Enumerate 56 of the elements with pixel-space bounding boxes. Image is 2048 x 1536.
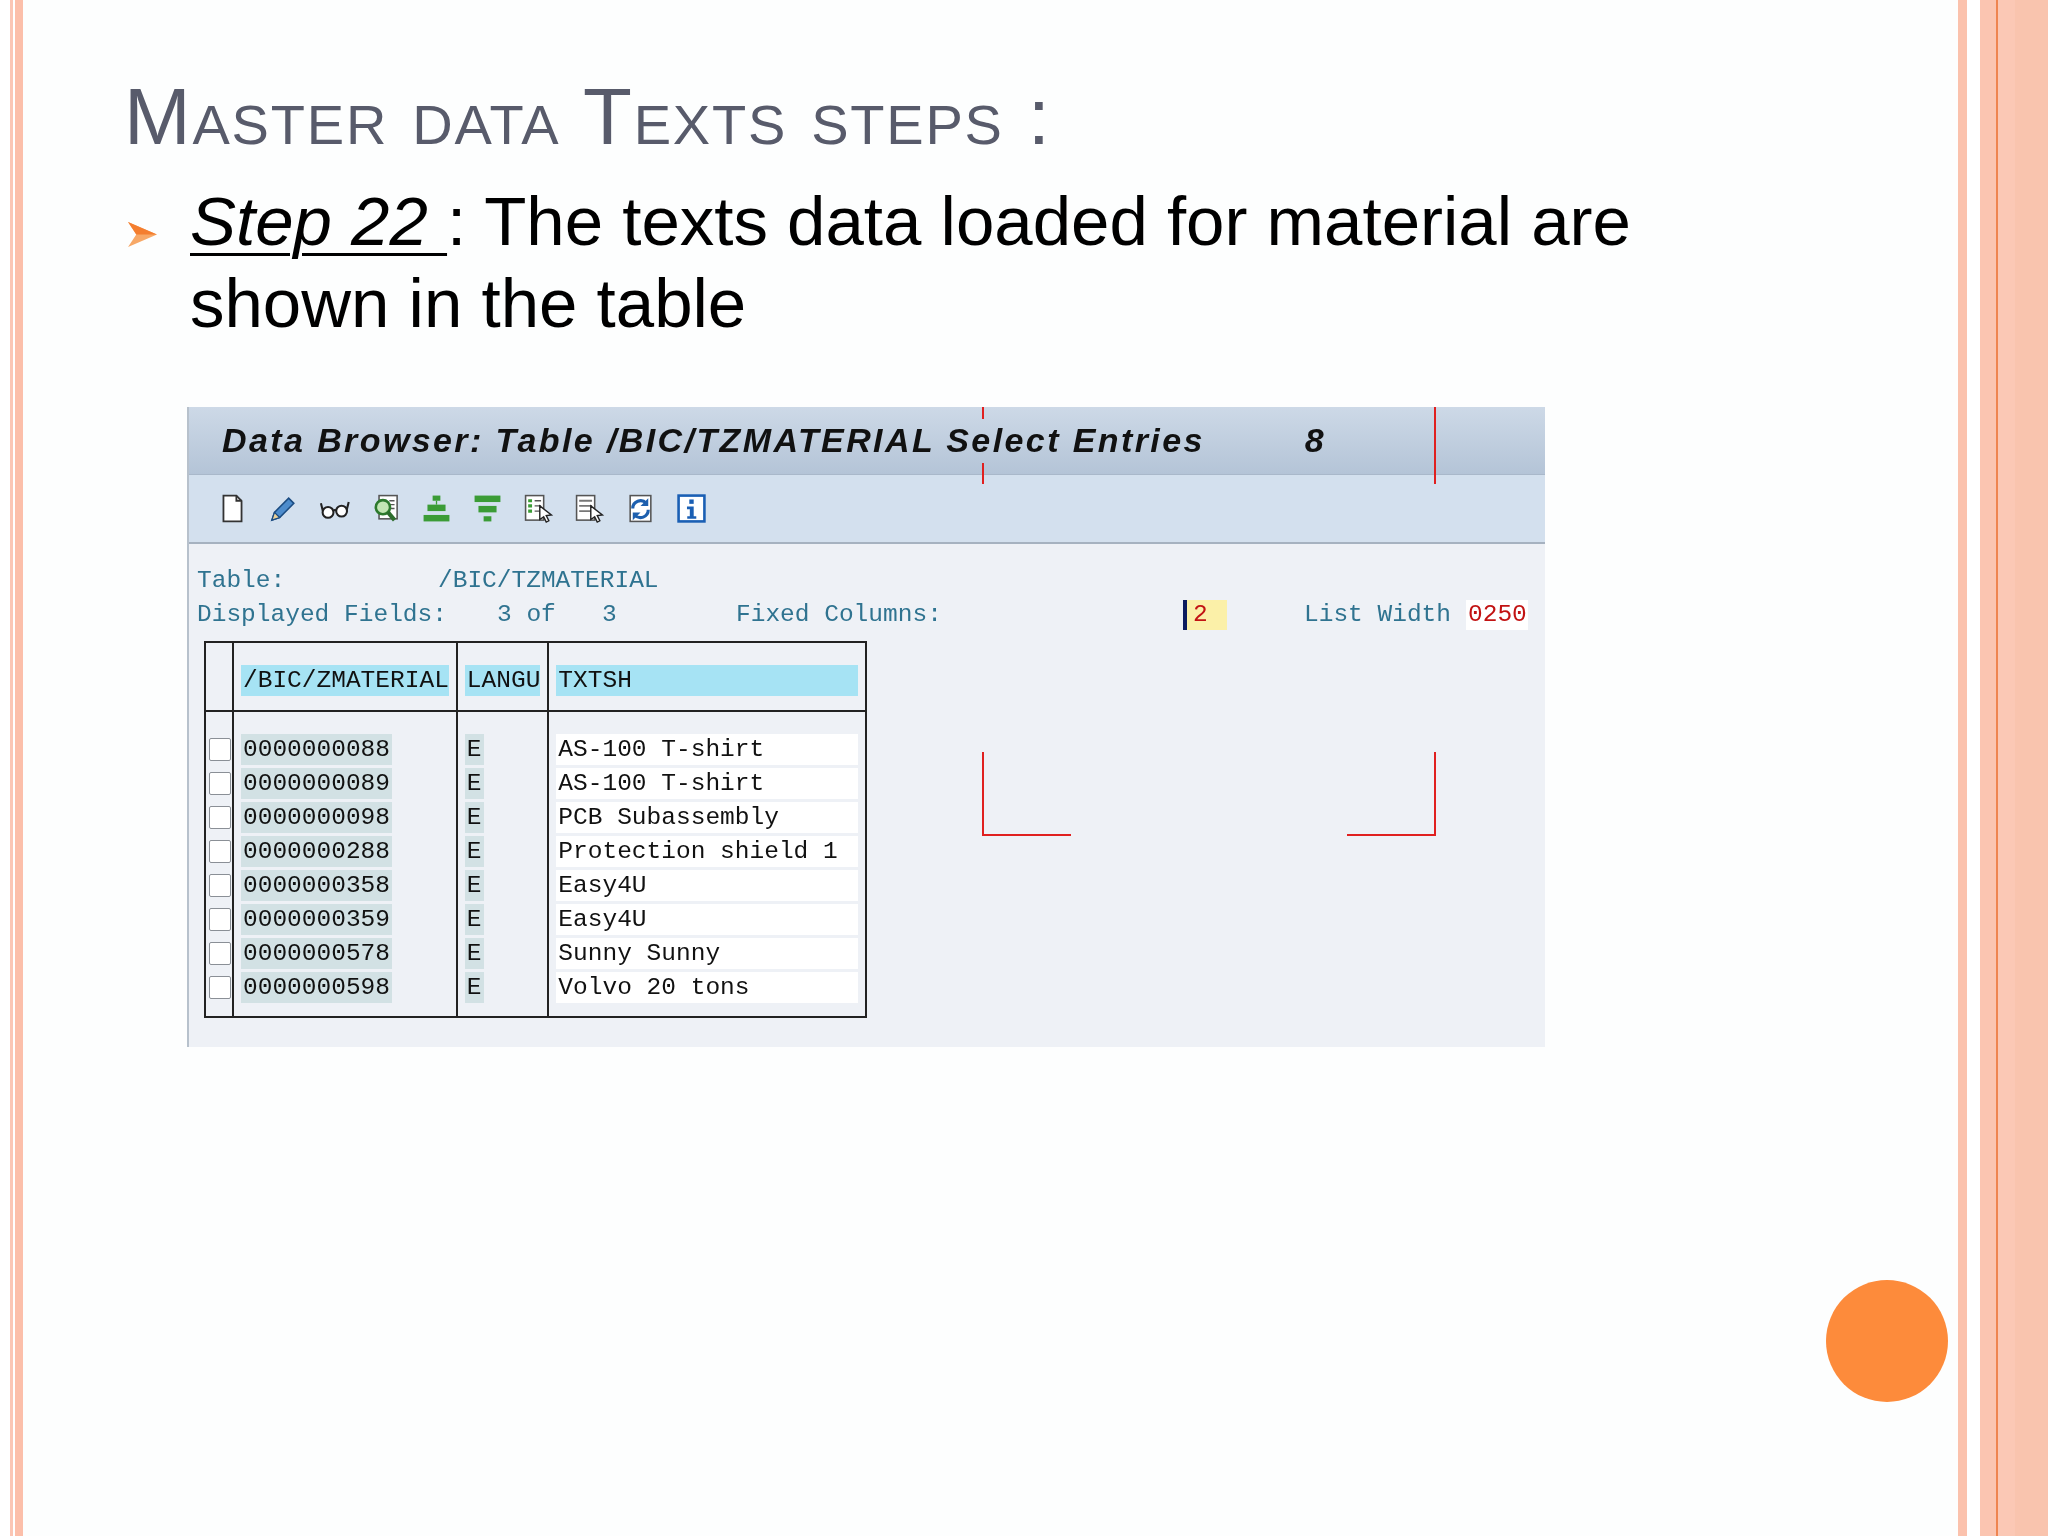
table-label: Table: xyxy=(197,565,287,596)
table-cell: E xyxy=(464,733,484,765)
list-pointer-icon[interactable] xyxy=(523,493,554,524)
marker-line xyxy=(982,463,984,484)
table-cell: Sunny Sunny xyxy=(556,937,859,969)
entry-count: 8 xyxy=(1304,420,1324,461)
table-cell: 0000000098 xyxy=(241,801,393,833)
table-cell: Easy4U xyxy=(556,869,859,901)
row-checkbox[interactable] xyxy=(209,941,231,965)
table-cell: E xyxy=(464,903,484,935)
fields-total-count: 3 xyxy=(602,599,618,630)
table-cell: E xyxy=(464,767,484,799)
row-checkbox[interactable] xyxy=(209,737,231,761)
table-cell: 0000000578 xyxy=(241,937,393,969)
table-cell: E xyxy=(464,971,484,1003)
list-pointer-icon[interactable] xyxy=(574,493,605,524)
table-cell: E xyxy=(464,869,484,901)
table-cell: 0000000359 xyxy=(241,903,393,935)
sort-descending-icon[interactable] xyxy=(472,493,503,524)
column-header[interactable]: /BIC/ZMATERIAL xyxy=(241,665,449,696)
row-checkbox[interactable] xyxy=(209,805,231,829)
table-cell: 0000000088 xyxy=(241,733,393,765)
table-cell: PCB Subassembly xyxy=(556,801,859,833)
row-checkbox[interactable] xyxy=(209,771,231,795)
list-width-field[interactable]: 0250 xyxy=(1466,600,1528,630)
table-cell: Volvo 20 tons xyxy=(556,971,859,1003)
table-cell: AS-100 T-shirt xyxy=(556,767,859,799)
info-icon[interactable] xyxy=(676,493,707,524)
row-checkbox[interactable] xyxy=(209,975,231,999)
row-checkbox[interactable] xyxy=(209,839,231,863)
table-cell: 0000000288 xyxy=(241,835,393,867)
fields-shown-count: 3 of xyxy=(497,599,557,630)
table-cell: E xyxy=(464,937,484,969)
fixed-columns-field[interactable]: 2 xyxy=(1183,600,1227,630)
table-cell: Easy4U xyxy=(556,903,859,935)
table-name: /BIC/TZMATERIAL xyxy=(438,565,659,596)
table-cell: E xyxy=(464,835,484,867)
table-cell: 0000000598 xyxy=(241,971,393,1003)
marker-line xyxy=(982,407,984,419)
window-title: Data Browser: Table /BIC/TZMATERIAL Select Entries xyxy=(222,420,1205,461)
table-cell: Protection shield 1 xyxy=(556,835,859,867)
step-text: Step 22 : The texts data loaded for material are shown in the table xyxy=(190,182,1632,344)
row-checkbox[interactable] xyxy=(209,907,231,931)
slide-title: Master data Texts steps : xyxy=(124,77,1052,157)
displayed-fields-label: Displayed Fields: xyxy=(197,599,448,630)
sort-ascending-icon[interactable] xyxy=(421,493,452,524)
table-cell: E xyxy=(464,801,484,833)
row-checkbox[interactable] xyxy=(209,873,231,897)
column-header[interactable]: LANGU xyxy=(464,665,541,696)
fixed-columns-label: Fixed Columns: xyxy=(736,599,943,630)
table-cell: 0000000089 xyxy=(241,767,393,799)
list-width-label: List Width xyxy=(1304,599,1453,630)
arrow-bullet-icon xyxy=(127,219,158,250)
column-header[interactable]: TXTSH xyxy=(556,665,859,696)
table-cell: 0000000358 xyxy=(241,869,393,901)
table-cell: AS-100 T-shirt xyxy=(556,733,859,765)
